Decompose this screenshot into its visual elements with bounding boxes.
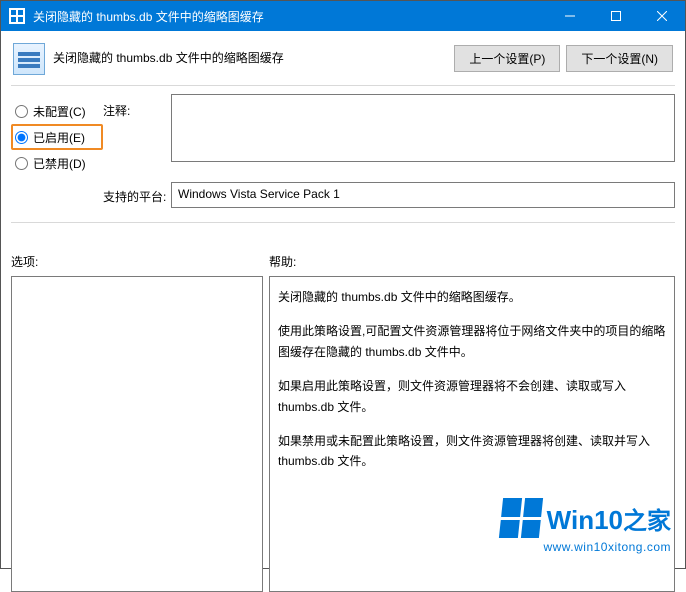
window-controls (547, 1, 685, 31)
radio-disabled-input[interactable] (15, 157, 28, 170)
radio-enabled-label: 已启用(E) (33, 129, 85, 146)
radio-disabled[interactable]: 已禁用(D) (11, 150, 103, 176)
config-row: 未配置(C) 已启用(E) 已禁用(D) 注释: (1, 92, 685, 178)
policy-title: 关闭隐藏的 thumbs.db 文件中的缩略图缓存 (53, 43, 454, 66)
minimize-button[interactable] (547, 1, 593, 31)
panels: 关闭隐藏的 thumbs.db 文件中的缩略图缓存。 使用此策略设置,可配置文件… (1, 276, 685, 592)
window-icon (9, 8, 25, 24)
policy-icon (13, 43, 45, 75)
maximize-button[interactable] (593, 1, 639, 31)
previous-setting-button[interactable]: 上一个设置(P) (454, 45, 560, 72)
help-text-4: 如果禁用或未配置此策略设置，则文件资源管理器将创建、读取并写入 thumbs.d… (278, 431, 666, 472)
radio-not-configured-input[interactable] (15, 105, 28, 118)
options-panel[interactable] (11, 276, 263, 592)
platform-row: 支持的平台: Windows Vista Service Pack 1 (1, 178, 685, 216)
comment-label: 注释: (103, 94, 171, 176)
panel-labels: 选项: 帮助: (1, 229, 685, 276)
radio-not-configured[interactable]: 未配置(C) (11, 98, 103, 124)
titlebar: 关闭隐藏的 thumbs.db 文件中的缩略图缓存 (1, 1, 685, 31)
platform-label: 支持的平台: (103, 182, 171, 205)
header: 关闭隐藏的 thumbs.db 文件中的缩略图缓存 上一个设置(P) 下一个设置… (1, 31, 685, 79)
comment-input[interactable] (171, 94, 675, 162)
state-radios: 未配置(C) 已启用(E) 已禁用(D) (11, 94, 103, 176)
help-text-2: 使用此策略设置,可配置文件资源管理器将位于网络文件夹中的项目的缩略图缓存在隐藏的… (278, 321, 666, 362)
radio-enabled[interactable]: 已启用(E) (11, 124, 103, 150)
close-button[interactable] (639, 1, 685, 31)
divider-2 (11, 222, 675, 223)
help-label: 帮助: (269, 253, 296, 270)
platform-value: Windows Vista Service Pack 1 (171, 182, 675, 208)
radio-disabled-label: 已禁用(D) (33, 155, 86, 172)
divider (11, 85, 675, 86)
help-text-1: 关闭隐藏的 thumbs.db 文件中的缩略图缓存。 (278, 287, 666, 307)
help-text-3: 如果启用此策略设置，则文件资源管理器将不会创建、读取或写入 thumbs.db … (278, 376, 666, 417)
radio-enabled-input[interactable] (15, 131, 28, 144)
options-label: 选项: (11, 253, 269, 270)
radio-not-configured-label: 未配置(C) (33, 103, 86, 120)
help-panel[interactable]: 关闭隐藏的 thumbs.db 文件中的缩略图缓存。 使用此策略设置,可配置文件… (269, 276, 675, 592)
next-setting-button[interactable]: 下一个设置(N) (566, 45, 673, 72)
window-title: 关闭隐藏的 thumbs.db 文件中的缩略图缓存 (33, 8, 547, 25)
